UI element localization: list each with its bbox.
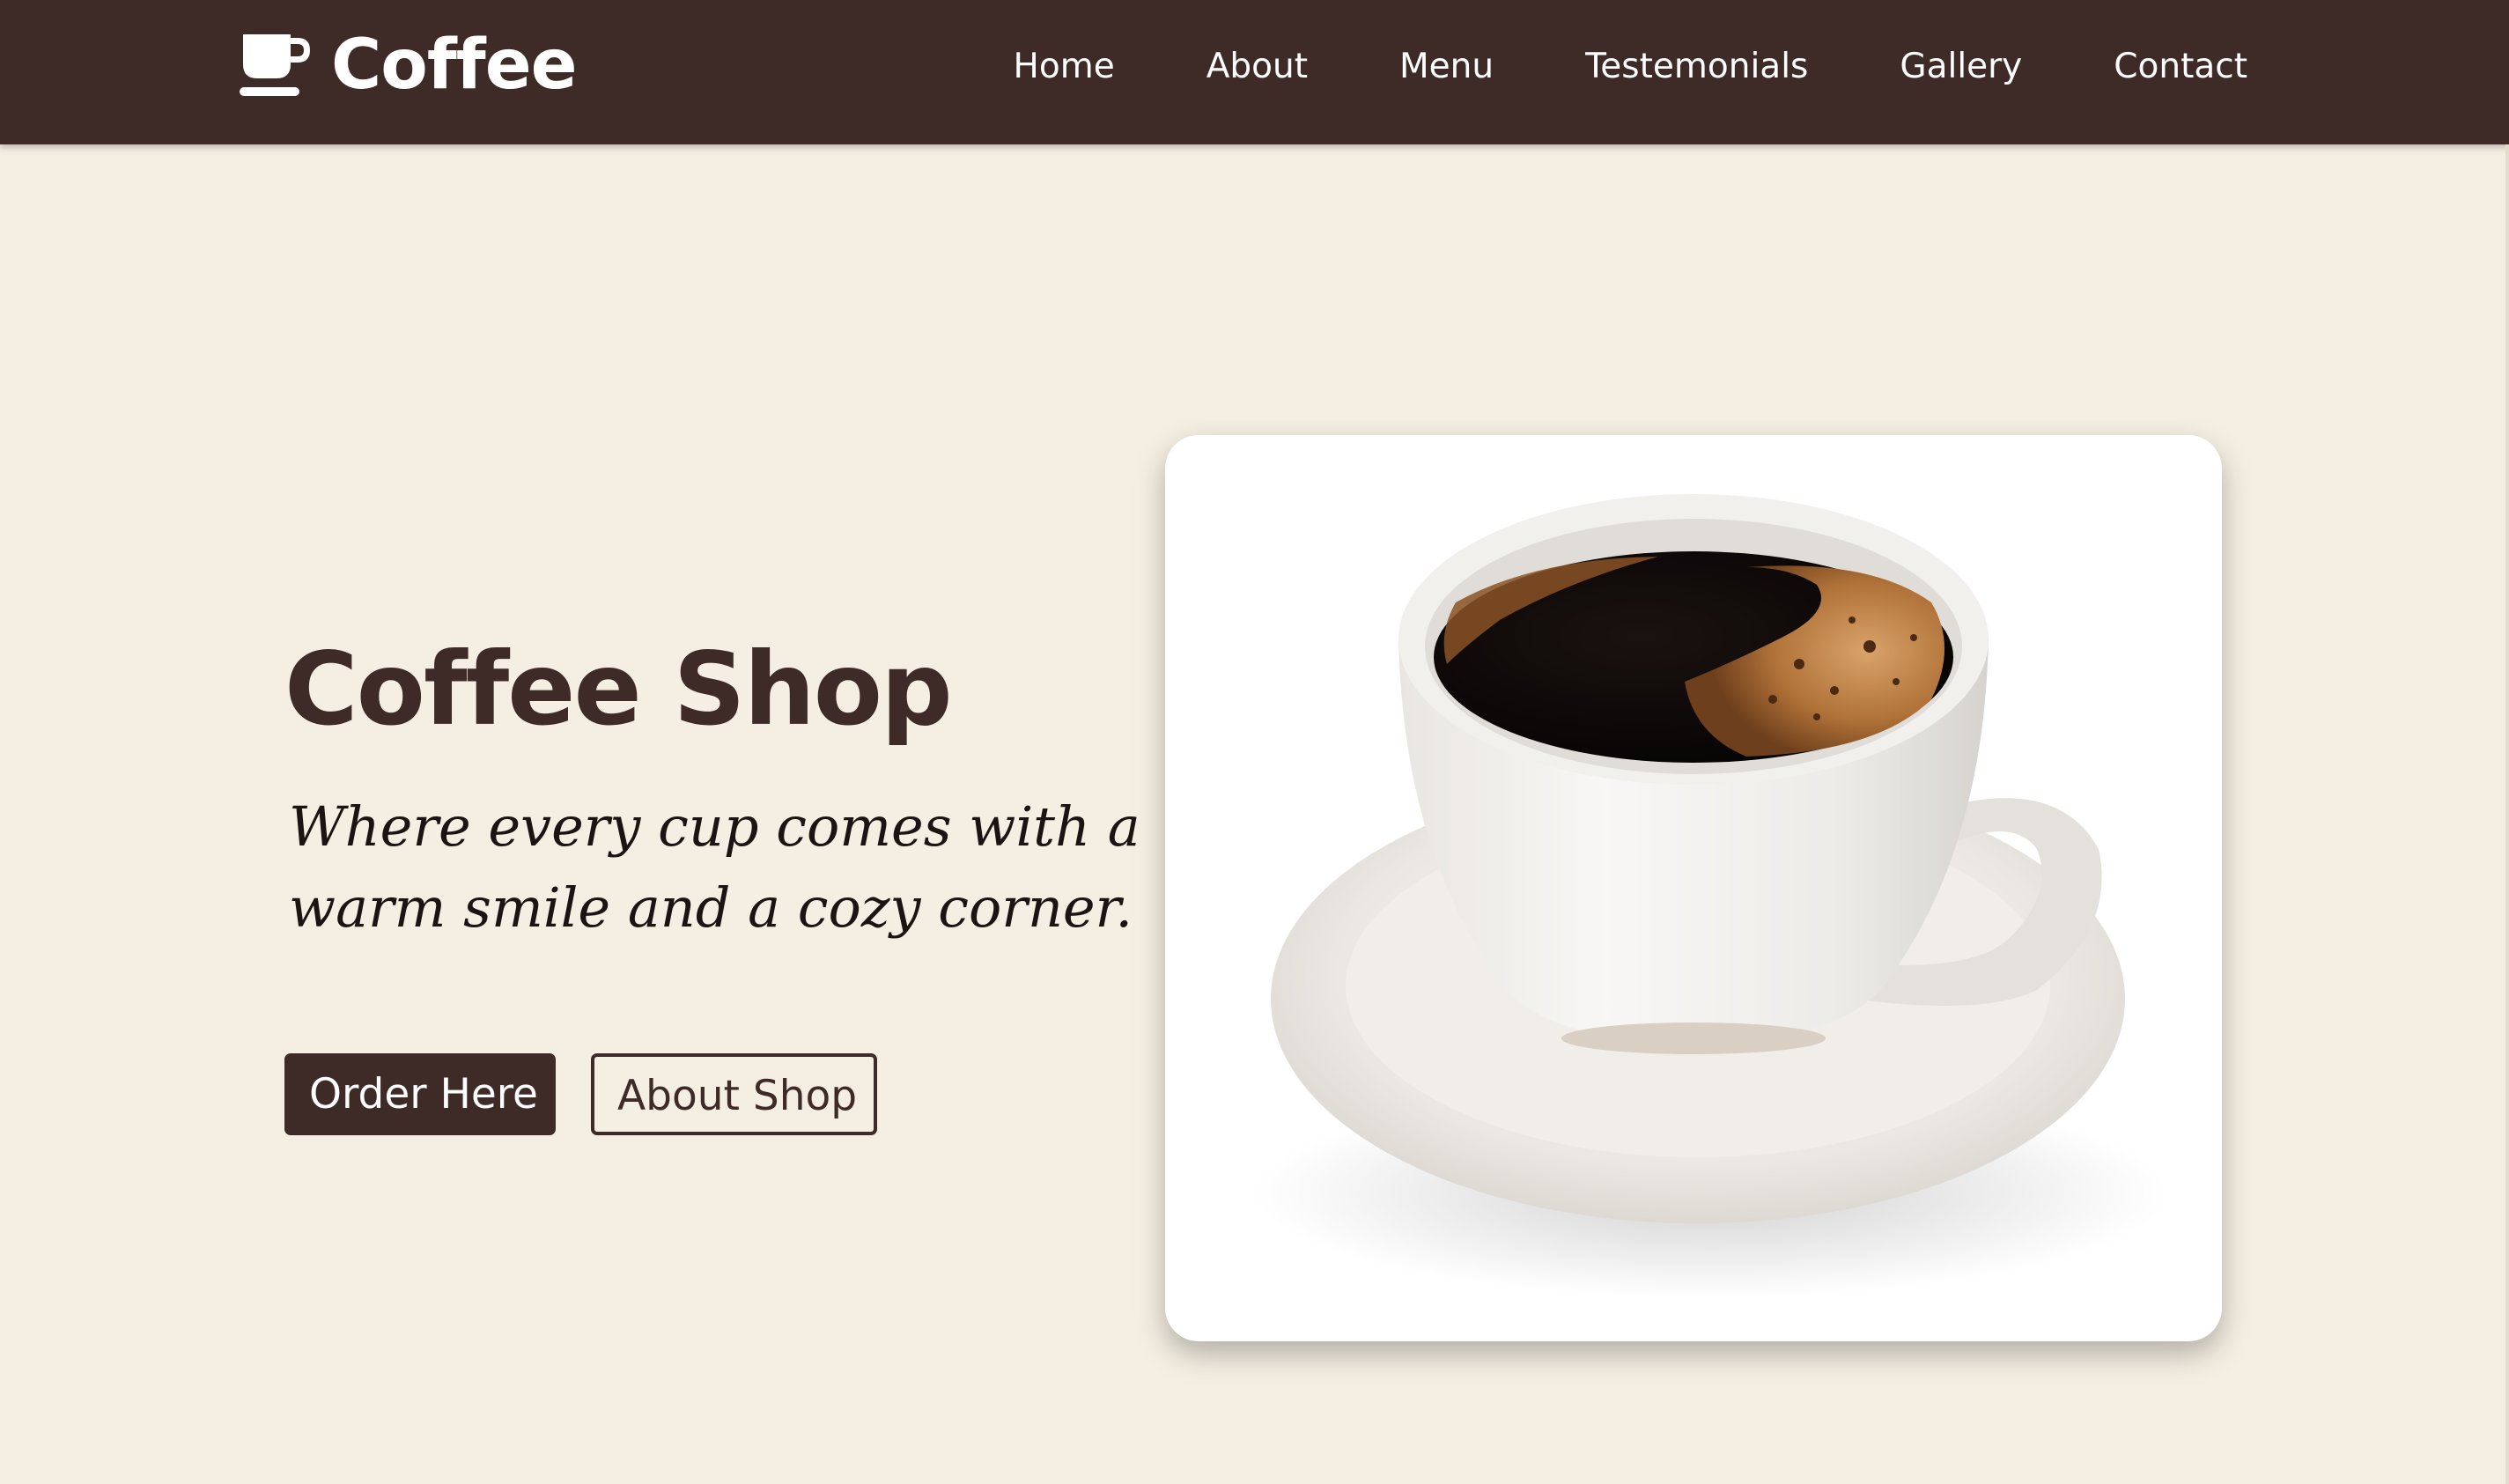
- hero-title: Coffee Shop: [284, 631, 953, 748]
- coffee-cup-icon: [240, 34, 310, 96]
- scrollbar[interactable]: [2505, 144, 2509, 1484]
- nav-links: Home About Menu Testemonials Gallery Con…: [1014, 0, 2247, 132]
- brand-logo[interactable]: Coffee: [240, 26, 578, 105]
- nav-link-contact[interactable]: Contact: [2114, 47, 2247, 86]
- coffee-cup-illustration: [1253, 494, 2169, 1298]
- nav-link-about[interactable]: About: [1207, 47, 1308, 86]
- nav-link-testimonials[interactable]: Testemonials: [1585, 47, 1808, 86]
- nav-link-home[interactable]: Home: [1014, 47, 1115, 86]
- nav-link-menu[interactable]: Menu: [1399, 47, 1494, 86]
- hero-coffee-image: [1165, 435, 2222, 1341]
- nav-link-gallery[interactable]: Gallery: [1900, 47, 2022, 86]
- brand-name: Coffee: [331, 26, 578, 105]
- navbar: Coffee Home About Menu Testemonials Gall…: [0, 0, 2509, 144]
- about-shop-button[interactable]: About Shop: [591, 1053, 877, 1135]
- order-here-button[interactable]: Order Here: [284, 1053, 556, 1135]
- hero-tagline: Where every cup comes with a warm smile …: [289, 794, 1140, 940]
